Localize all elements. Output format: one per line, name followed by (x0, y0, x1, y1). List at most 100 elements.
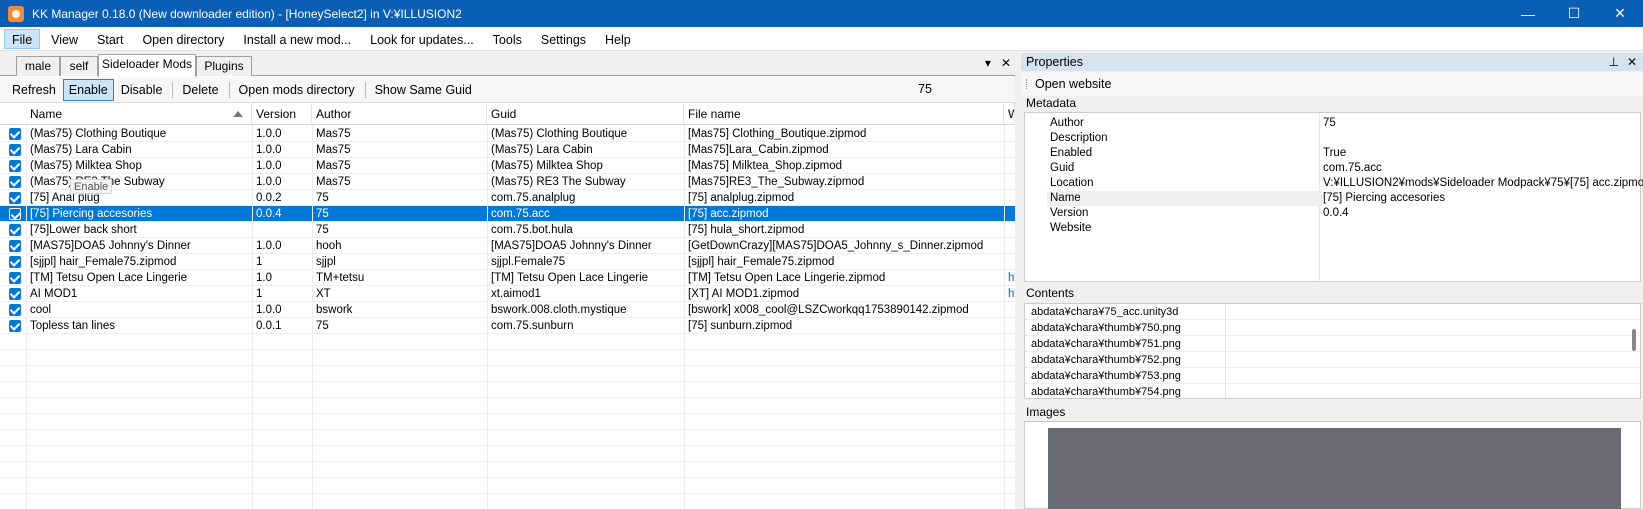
list-item[interactable]: abdata¥chara¥thumb¥753.png (1025, 368, 1640, 384)
mods-grid[interactable]: Name Version Author Guid File name W (Ma… (0, 104, 1015, 509)
cell-website[interactable]: ht (1004, 286, 1015, 302)
pin-icon[interactable]: ⊥ (1608, 53, 1618, 71)
metadata-value: True (1323, 147, 1347, 159)
tab-sideloader-mods[interactable]: Sideloader Mods (98, 54, 196, 77)
table-row[interactable]: [TM] Tetsu Open Lace Lingerie 1.0 TM+tetsu… (0, 270, 1015, 286)
close-window-button[interactable]: ✕ (1597, 0, 1643, 27)
cell-author: 75 (316, 224, 329, 236)
enabled-checkbox[interactable] (9, 272, 21, 284)
table-row[interactable]: AI MOD1 1 XT xt.aimod1 [XT] AI MOD1.zipmod ht (0, 286, 1015, 302)
cell-guid: xt.aimod1 (491, 288, 541, 300)
enabled-checkbox[interactable] (9, 288, 21, 300)
row-gridline (0, 349, 1015, 350)
cell-website[interactable] (1004, 318, 1015, 334)
list-item[interactable]: abdata¥chara¥thumb¥750.png (1025, 320, 1640, 336)
tab-plugins[interactable]: Plugins (196, 56, 252, 76)
row-gridline (0, 381, 1015, 382)
maximize-button[interactable]: ☐ (1551, 0, 1597, 27)
enabled-checkbox[interactable] (9, 224, 21, 236)
cell-website[interactable] (1004, 190, 1015, 206)
menu-install-mod[interactable]: Install a new mod... (235, 29, 359, 49)
minimize-button[interactable]: — (1505, 0, 1551, 27)
enabled-checkbox[interactable] (9, 320, 21, 332)
enabled-checkbox[interactable] (9, 208, 21, 220)
open-mods-directory-button[interactable]: Open mods directory (233, 79, 361, 101)
images-label: Images (1026, 405, 1066, 419)
delete-button[interactable]: Delete (176, 79, 224, 101)
cell-website[interactable] (1004, 302, 1015, 318)
list-item[interactable]: abdata¥chara¥thumb¥754.png (1025, 384, 1640, 398)
cell-file-name: [Mas75]RE3_The_Subway.zipmod (688, 176, 865, 188)
cell-website[interactable] (1004, 254, 1015, 270)
list-item[interactable]: abdata¥chara¥thumb¥752.png (1025, 352, 1640, 368)
menu-help[interactable]: Help (597, 29, 639, 49)
enabled-checkbox[interactable] (9, 128, 21, 140)
table-row[interactable]: [75] Piercing accesories 0.0.4 75 com.75.ac… (0, 206, 1015, 222)
metadata-row[interactable]: Website (1025, 221, 1640, 236)
menu-look-for-updates[interactable]: Look for updates... (362, 29, 482, 49)
search-input[interactable]: 75 (918, 82, 932, 96)
metadata-row[interactable]: Enabled True (1025, 146, 1640, 161)
table-row[interactable]: [75] Anal plug 0.0.2 75 com.75.analplug [75]… (0, 190, 1015, 206)
table-row[interactable]: (Mas75) RE3 The Subway 1.0.0 Mas75 (Mas75) … (0, 174, 1015, 190)
menu-open-directory[interactable]: Open directory (134, 29, 232, 49)
properties-close-icon[interactable]: ✕ (1627, 53, 1637, 71)
metadata-row[interactable]: Description (1025, 131, 1640, 146)
enable-button[interactable]: Enable (62, 78, 114, 101)
table-row[interactable]: (Mas75) Lara Cabin 1.0.0 Mas75 (Mas75) Lara… (0, 142, 1015, 158)
table-row[interactable]: [75]Lower back short 75 com.75.bot.hula [75… (0, 222, 1015, 238)
metadata-row[interactable]: Name [75] Piercing accesories (1025, 191, 1640, 206)
tab-dropdown-icon[interactable]: ▾ (985, 56, 991, 70)
table-row[interactable]: (Mas75) Clothing Boutique 1.0.0 Mas75 (Mas7… (0, 126, 1015, 142)
show-same-guid-button[interactable]: Show Same Guid (369, 79, 478, 101)
refresh-button[interactable]: Refresh (6, 79, 62, 101)
cell-website[interactable] (1004, 142, 1015, 158)
metadata-row[interactable]: Author 75 (1025, 116, 1640, 131)
enabled-checkbox[interactable] (9, 256, 21, 268)
metadata-row[interactable]: Location V:¥ILLUSION2¥mods¥Sideloader Mod… (1025, 176, 1643, 191)
cell-website[interactable] (1004, 238, 1015, 254)
cell-website[interactable] (1004, 222, 1015, 238)
list-item[interactable]: abdata¥chara¥75_acc.unity3d (1025, 304, 1640, 320)
menu-view[interactable]: View (43, 29, 86, 49)
column-header-file-name[interactable]: File name (684, 104, 1004, 125)
table-row[interactable]: Topless tan lines 0.0.1 75 com.75.sunburn [7… (0, 318, 1015, 334)
table-row[interactable]: (Mas75) Milktea Shop 1.0.0 Mas75 (Mas75) Mi… (0, 158, 1015, 174)
column-header-guid[interactable]: Guid (487, 104, 684, 125)
menu-file[interactable]: File (4, 28, 41, 49)
cell-website[interactable] (1004, 206, 1015, 222)
enabled-checkbox[interactable] (9, 240, 21, 252)
column-header-version[interactable]: Version (252, 104, 312, 125)
cell-website[interactable] (1004, 174, 1015, 190)
cell-version: 1.0.0 (256, 304, 282, 316)
table-row[interactable]: [MAS75]DOA5 Johnny's Dinner 1.0.0 hooh [MAS… (0, 238, 1015, 254)
enabled-checkbox[interactable] (9, 304, 21, 316)
contents-scrollbar[interactable] (1632, 329, 1636, 351)
cell-website[interactable] (1004, 158, 1015, 174)
metadata-key: Website (1050, 222, 1092, 234)
list-item[interactable]: abdata¥chara¥thumb¥751.png (1025, 336, 1640, 352)
disable-button[interactable]: Disable (115, 79, 169, 101)
open-website-button[interactable]: Open website (1021, 72, 1643, 96)
enabled-checkbox[interactable] (9, 144, 21, 156)
contents-list[interactable]: abdata¥chara¥75_acc.unity3d abdata¥chara¥… (1024, 303, 1641, 399)
table-row[interactable]: cool 1.0.0 bswork bswork.008.cloth.mystique… (0, 302, 1015, 318)
metadata-row[interactable]: Version 0.0.4 (1025, 206, 1640, 221)
menu-start[interactable]: Start (89, 29, 131, 49)
tab-close-icon[interactable]: ✕ (1001, 56, 1011, 70)
menu-settings[interactable]: Settings (533, 29, 594, 49)
column-header-name[interactable]: Name (26, 104, 252, 125)
enabled-checkbox[interactable] (9, 192, 21, 204)
column-header-website[interactable]: W (1004, 104, 1015, 125)
menu-tools[interactable]: Tools (485, 29, 530, 49)
table-row[interactable]: [sjjpl] hair_Female75.zipmod 1 sjjpl sjjpl.… (0, 254, 1015, 270)
cell-website[interactable] (1004, 126, 1015, 142)
enabled-checkbox[interactable] (9, 176, 21, 188)
tab-self[interactable]: self (60, 56, 98, 76)
metadata-row[interactable]: Guid com.75.acc (1025, 161, 1640, 176)
tab-male[interactable]: male (16, 56, 60, 76)
enabled-checkbox[interactable] (9, 160, 21, 172)
cell-website[interactable]: ht (1004, 270, 1015, 286)
column-header-author[interactable]: Author (312, 104, 487, 125)
cell-version: 1 (256, 288, 263, 300)
